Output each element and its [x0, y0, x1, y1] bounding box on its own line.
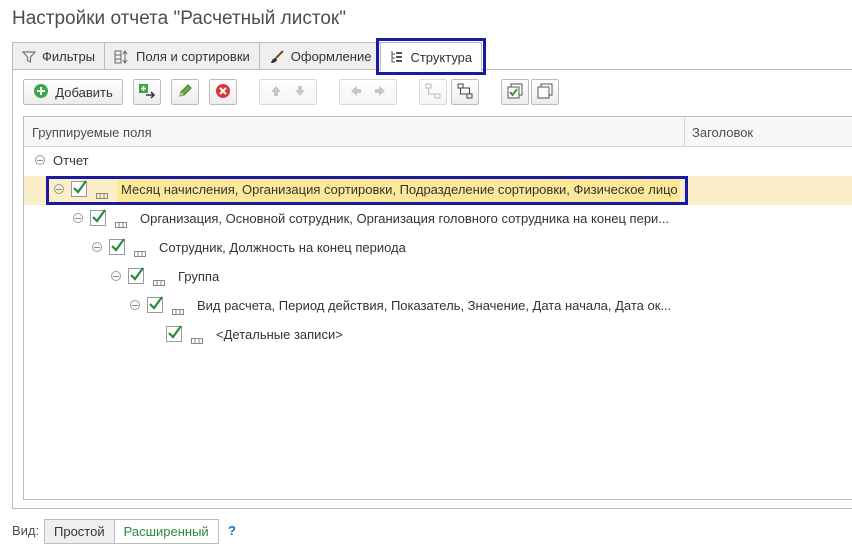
move-left-icon[interactable] [349, 84, 363, 101]
tree-row-report[interactable]: Отчет [24, 147, 852, 176]
tree-row-label: Месяц начисления, Организация сортировки… [121, 182, 678, 197]
window-title: Настройки отчета "Расчетный листок" [12, 8, 346, 29]
new-group-icon [138, 83, 156, 102]
filter-icon [22, 50, 36, 64]
check-all-icon [507, 83, 523, 102]
delete-button[interactable] [209, 79, 237, 105]
tab-filters[interactable]: Фильтры [12, 42, 106, 70]
edit-pencil-icon [177, 83, 193, 102]
collapse-toggle-icon[interactable] [111, 271, 121, 281]
add-button[interactable]: Добавить [23, 79, 123, 105]
add-icon [33, 83, 49, 102]
tab-fields-sort-label: Поля и сортировки [136, 49, 250, 64]
move-up-down-group[interactable] [259, 79, 317, 105]
column-header-grouped-fields[interactable]: Группируемые поля [32, 125, 152, 140]
group-icon [425, 83, 441, 102]
view-simple-button[interactable]: Простой [44, 519, 115, 544]
tree-row-label: Вид расчета, Период действия, Показатель… [197, 298, 672, 313]
tab-appearance[interactable]: Оформление [258, 42, 382, 70]
tree-row-label: Сотрудник, Должность на конец периода [159, 240, 406, 255]
table-header: Группируемые поля Заголовок [24, 117, 852, 147]
brush-icon [269, 49, 285, 64]
tab-fields-sort[interactable]: Поля и сортировки [104, 42, 260, 70]
collapse-toggle-icon[interactable] [54, 184, 64, 194]
fields-sort-icon [114, 49, 130, 64]
tree-row[interactable]: Группа [24, 263, 852, 292]
row-checkbox[interactable] [166, 325, 182, 342]
view-extended-button[interactable]: Расширенный [113, 519, 219, 544]
view-mode-switch: Простой Расширенный [44, 519, 219, 544]
move-right-icon[interactable] [373, 84, 387, 101]
grouping-field-icon [191, 332, 203, 347]
tree-row-detail-records[interactable]: <Детальные записи> [24, 321, 852, 350]
tree-row-label: Группа [178, 269, 220, 284]
collapse-toggle-icon[interactable] [73, 213, 83, 223]
grouping-field-icon [96, 187, 108, 202]
tree-row[interactable]: Организация, Основной сотрудник, Организ… [24, 205, 852, 234]
check-all-button[interactable] [501, 79, 529, 105]
structure-panel: Добавить Группируемые поля Заголовок Отч… [12, 69, 852, 509]
row-checkbox[interactable] [90, 209, 106, 226]
structure-tree-table: Группируемые поля Заголовок Отчет Месяц … [23, 116, 852, 500]
row-checkbox[interactable] [71, 180, 87, 197]
grouping-field-icon [134, 245, 146, 260]
view-mode-label: Вид: [12, 523, 40, 538]
move-down-icon[interactable] [293, 84, 307, 101]
delete-icon [215, 83, 231, 102]
collapse-toggle-icon[interactable] [35, 155, 45, 165]
tab-structure[interactable]: Структура [376, 38, 487, 75]
cell-divider [684, 176, 685, 205]
row-checkbox[interactable] [109, 238, 125, 255]
uncheck-all-button[interactable] [531, 79, 559, 105]
tree-row-selected[interactable]: Месяц начисления, Организация сортировки… [24, 176, 852, 205]
help-link[interactable]: ? [228, 523, 236, 538]
collapse-toggle-icon[interactable] [92, 242, 102, 252]
column-header-title[interactable]: Заголовок [692, 125, 753, 140]
row-checkbox[interactable] [147, 296, 163, 313]
add-button-label: Добавить [55, 84, 113, 100]
tree-row-label: Организация, Основной сотрудник, Организ… [140, 211, 670, 226]
ungroup-icon [457, 83, 473, 102]
tree-row[interactable]: Сотрудник, Должность на конец периода [24, 234, 852, 263]
tab-filters-label: Фильтры [42, 49, 96, 64]
move-up-icon[interactable] [269, 84, 283, 101]
move-left-right-group[interactable] [339, 79, 397, 105]
tab-bar: Фильтры Поля и сортировки Оформление Стр… [12, 38, 487, 75]
tree-row-label: Отчет [53, 153, 89, 168]
tree-row[interactable]: Вид расчета, Период действия, Показатель… [24, 292, 852, 321]
grouping-field-icon [153, 274, 165, 289]
row-checkbox[interactable] [128, 267, 144, 284]
uncheck-all-icon [537, 83, 553, 102]
grouping-field-icon [172, 303, 184, 318]
ungroup-button[interactable] [451, 79, 479, 105]
edit-button[interactable] [171, 79, 199, 105]
structure-icon [390, 50, 404, 64]
collapse-toggle-icon[interactable] [130, 300, 140, 310]
grouping-field-icon [115, 216, 127, 231]
group-button[interactable] [419, 79, 447, 105]
column-divider[interactable] [684, 117, 685, 147]
tree-row-label: <Детальные записи> [216, 327, 343, 342]
new-group-button[interactable] [133, 79, 161, 105]
tab-structure-label: Структура [410, 49, 473, 65]
tab-appearance-label: Оформление [290, 49, 372, 64]
